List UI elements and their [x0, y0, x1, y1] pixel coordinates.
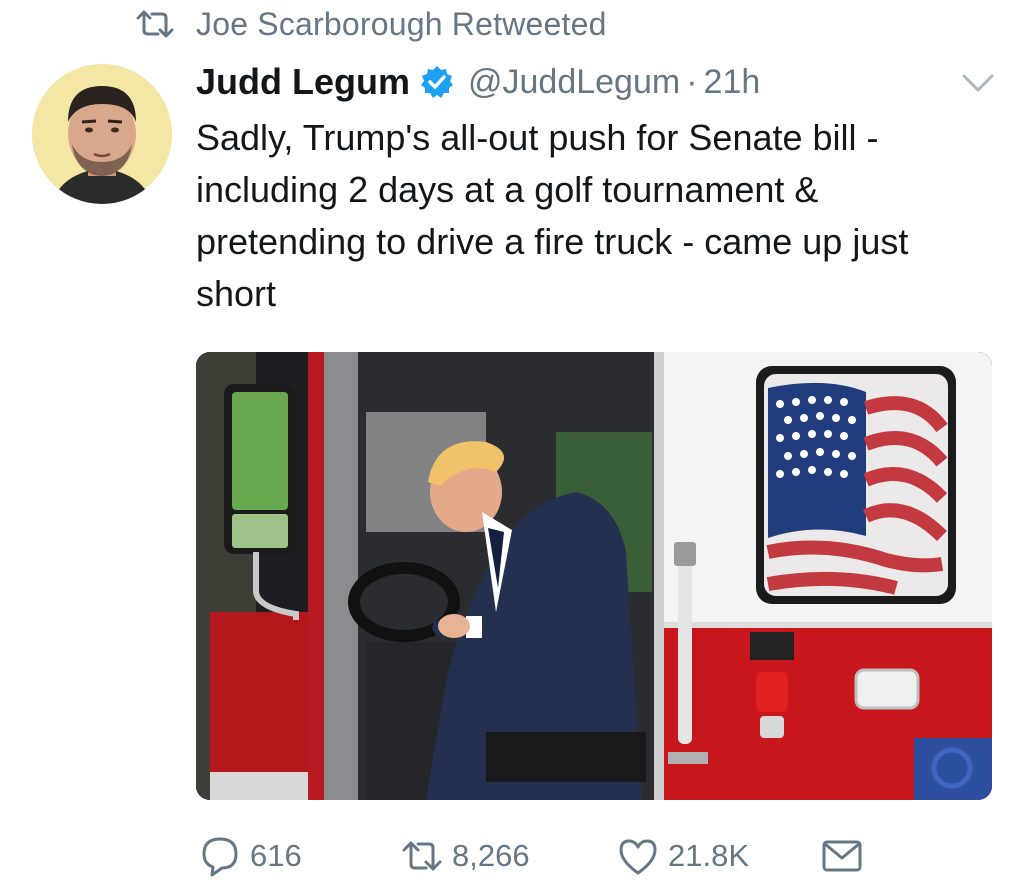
retweet-button[interactable]: 8,266 [400, 832, 530, 880]
verified-badge-icon [420, 65, 454, 99]
tweet-text: Sadly, Trump's all-out push for Senate b… [196, 117, 909, 314]
reply-icon [198, 834, 242, 878]
like-button[interactable]: 21.8K [616, 832, 749, 880]
retweet-count: 8,266 [452, 838, 530, 873]
chevron-down-icon[interactable] [960, 70, 996, 96]
reply-button[interactable]: 616 [198, 832, 302, 880]
retweet-icon [400, 834, 444, 878]
separator-dot: · [686, 62, 698, 101]
tweet-timestamp[interactable]: 21h [704, 63, 761, 102]
author-name[interactable]: Judd Legum [196, 61, 410, 103]
retweet-icon [134, 10, 176, 38]
retweet-context[interactable]: Joe Scarborough Retweeted [134, 6, 607, 42]
heart-icon [616, 834, 660, 878]
reply-count: 616 [250, 838, 302, 873]
avatar[interactable] [32, 64, 172, 204]
retweeted-by-label: Joe Scarborough Retweeted [196, 5, 607, 42]
envelope-icon [820, 834, 864, 878]
tweet-photo[interactable] [196, 352, 992, 800]
like-count: 21.8K [668, 838, 750, 873]
tweet-actions: 616 8,266 21.8K [196, 832, 996, 880]
tweet-header: Judd Legum @JuddLegum · 21h [196, 58, 760, 106]
direct-message-button[interactable] [820, 832, 864, 880]
author-handle[interactable]: @JuddLegum [468, 63, 680, 102]
